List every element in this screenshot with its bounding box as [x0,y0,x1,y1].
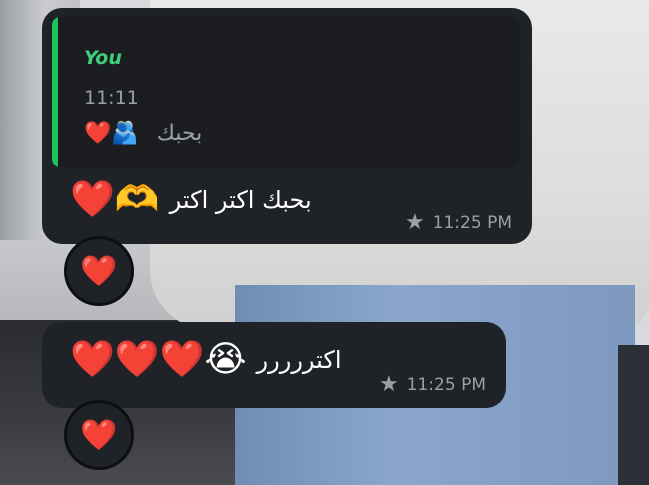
wallpaper-hand [618,345,649,485]
message-meta: ★ 11:25 PM [405,212,512,234]
quoted-message[interactable]: You 11:11 ❤️🫂 بحبك [52,17,520,167]
message-emojis: ❤️❤️❤️😭 [70,339,247,380]
quote-author: You [84,47,122,69]
message-body: ❤️🫶 بحبك اكتر اكتر [70,180,312,220]
quote-content: ❤️🫂 بحبك [84,121,202,146]
quote-text: بحبك [156,121,203,146]
reaction-badge[interactable]: ❤️ [64,236,134,306]
message-time: 11:25 PM [406,375,486,395]
star-icon: ★ [378,372,399,397]
message-text: بحبك اكتر اكتر [169,186,312,214]
quote-emojis: ❤️🫂 [84,121,139,146]
quote-accent-bar [52,17,58,167]
message-emojis: ❤️🫶 [70,179,160,220]
star-icon: ★ [404,210,425,235]
reaction-badge[interactable]: ❤️ [64,400,134,470]
message-bubble[interactable]: ❤️❤️❤️😭 اكتررررر ★ 11:25 PM [42,322,506,408]
message-meta: ★ 11:25 PM [379,374,486,396]
message-body: ❤️❤️❤️😭 اكتررررر [70,340,341,380]
message-time: 11:25 PM [432,213,512,233]
message-text: اكتررررر [256,346,342,374]
quote-time: 11:11 [84,87,139,109]
message-bubble[interactable]: You 11:11 ❤️🫂 بحبك ❤️🫶 بحبك اكتر اكتر ★ … [42,8,532,244]
